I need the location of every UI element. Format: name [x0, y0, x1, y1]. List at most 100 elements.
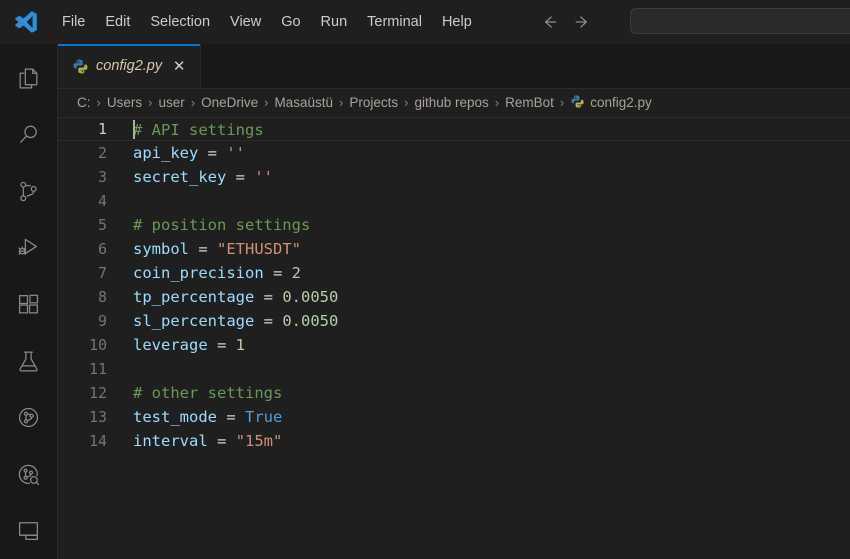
code-token: = [254, 288, 283, 306]
breadcrumb-separator: › [404, 94, 409, 110]
code-line-text[interactable]: leverage = 1 [133, 336, 850, 354]
code-line[interactable]: 10 leverage = 1 [58, 333, 850, 357]
code-line[interactable]: 7 coin_precision = 2 [58, 261, 850, 285]
breadcrumb-item-rembot[interactable]: RemBot [504, 95, 555, 110]
line-number: 10 [88, 336, 107, 354]
line-number: 5 [97, 216, 107, 234]
breadcrumb-item-onedrive[interactable]: OneDrive [200, 95, 259, 110]
code-token: '' [226, 144, 245, 162]
arrow-right-icon[interactable] [570, 10, 596, 34]
activity-testing[interactable] [0, 333, 58, 390]
menu-view[interactable]: View [220, 9, 271, 35]
activity-run-debug[interactable] [0, 220, 58, 277]
code-line[interactable]: 6 symbol = "ETHUSDT" [58, 237, 850, 261]
code-line-text[interactable]: # API settings [133, 119, 850, 139]
code-token: sl_percentage [133, 312, 255, 330]
code-line[interactable]: 3 secret_key = '' [58, 165, 850, 189]
activity-search[interactable] [0, 107, 58, 164]
tab-label: config2.py [96, 58, 163, 74]
code-token: secret_key [133, 168, 227, 186]
code-token: leverage [133, 336, 208, 354]
breadcrumb-separator: › [494, 94, 500, 110]
activity-extensions[interactable] [0, 276, 58, 333]
line-number: 12 [88, 384, 107, 402]
code-line[interactable]: 1 # API settings [58, 117, 850, 141]
code-line[interactable]: 5 # position settings [58, 213, 850, 237]
code-line[interactable]: 4 [58, 189, 850, 213]
code-token: = [207, 336, 236, 354]
code-line-text[interactable]: symbol = "ETHUSDT" [133, 240, 850, 258]
code-token: '' [254, 168, 273, 186]
code-line-text[interactable]: secret_key = '' [133, 168, 850, 186]
code-token: api_key [133, 144, 199, 162]
activity-source-control[interactable] [0, 163, 58, 220]
code-token: 0.0050 [282, 288, 339, 306]
line-number: 1 [97, 120, 107, 138]
menu-bar[interactable]: File Edit Selection View Go Run Terminal… [52, 9, 482, 35]
menu-file[interactable]: File [52, 9, 95, 35]
breadcrumb-item-config2-py[interactable]: config2.py [569, 94, 653, 110]
line-number: 8 [97, 288, 107, 306]
code-token: test_mode [133, 408, 217, 426]
line-number: 9 [97, 312, 107, 330]
breadcrumb-item-projects[interactable]: Projects [348, 95, 399, 110]
command-center-search[interactable] [630, 8, 850, 34]
code-token: symbol [133, 240, 189, 258]
code-line[interactable]: 11 [58, 357, 850, 381]
code-line[interactable]: 2 api_key = '' [58, 141, 850, 165]
line-number: 13 [88, 408, 107, 426]
tab-bar-empty-space [201, 44, 850, 88]
line-number: 2 [97, 144, 107, 162]
code-line[interactable]: 8 tp_percentage = 0.0050 [58, 285, 850, 309]
arrow-left-icon[interactable] [536, 10, 562, 34]
code-line[interactable]: 14 interval = "15m" [58, 429, 850, 453]
code-line-text[interactable]: tp_percentage = 0.0050 [133, 288, 850, 306]
activity-explorer[interactable] [0, 50, 58, 107]
menu-selection[interactable]: Selection [140, 9, 220, 35]
activity-git-graph[interactable] [0, 389, 58, 446]
code-token: 1 [235, 336, 245, 354]
breadcrumb-item-user[interactable]: user [157, 95, 185, 110]
breadcrumb-separator: › [148, 94, 153, 110]
breadcrumb-item-users[interactable]: Users [106, 95, 143, 110]
code-editor[interactable]: 1 # API settings 2 api_key = '' 3 secret_key … [58, 115, 850, 559]
breadcrumb: C: › Users › user › OneDrive › Masaüstü … [58, 89, 850, 115]
tab-config2-py[interactable]: config2.py ✕ [58, 44, 202, 88]
code-line-text[interactable]: interval = "15m" [133, 432, 850, 450]
text-cursor [133, 119, 135, 139]
breadcrumb-item-github-repos[interactable]: github repos [413, 95, 489, 110]
code-line-text[interactable]: test_mode = True [133, 408, 850, 426]
breadcrumb-separator: › [190, 94, 196, 110]
code-line[interactable]: 9 sl_percentage = 0.0050 [58, 309, 850, 333]
code-token: coin_precision [133, 264, 264, 282]
code-line[interactable]: 12 # other settings [58, 381, 850, 405]
code-line-text[interactable]: # other settings [133, 384, 850, 402]
code-token: = [226, 168, 255, 186]
breadcrumb-file-label: config2.py [590, 94, 652, 110]
code-line[interactable]: 13 test_mode = True [58, 405, 850, 429]
code-line-text[interactable]: coin_precision = 2 [133, 264, 850, 282]
menu-run[interactable]: Run [311, 9, 358, 35]
close-icon[interactable]: ✕ [169, 56, 189, 76]
code-token: # position settings [133, 216, 311, 234]
code-line-text[interactable]: # position settings [133, 216, 850, 234]
breadcrumb-item-c[interactable]: C: [76, 95, 92, 110]
menu-help[interactable]: Help [432, 9, 482, 35]
code-token: 2 [291, 264, 301, 282]
line-number: 6 [97, 240, 107, 258]
menu-terminal[interactable]: Terminal [357, 9, 432, 35]
line-number: 7 [97, 264, 107, 282]
code-token: "15m" [235, 432, 283, 450]
title-bar: File Edit Selection View Go Run Terminal… [0, 0, 850, 44]
activity-panel[interactable] [0, 503, 58, 559]
menu-go[interactable]: Go [271, 9, 310, 35]
code-token: tp_percentage [133, 288, 255, 306]
activity-git-search[interactable] [0, 446, 58, 503]
code-line-text[interactable]: sl_percentage = 0.0050 [133, 312, 850, 330]
navigation-buttons [536, 10, 596, 34]
breadcrumb-item-masaustu[interactable]: Masaüstü [273, 95, 334, 110]
editor-group: config2.py ✕ C: › Users › user › OneDriv… [58, 44, 850, 559]
menu-edit[interactable]: Edit [95, 9, 140, 35]
code-line-text[interactable]: api_key = '' [133, 144, 850, 162]
code-token: "ETHUSDT" [217, 240, 301, 258]
